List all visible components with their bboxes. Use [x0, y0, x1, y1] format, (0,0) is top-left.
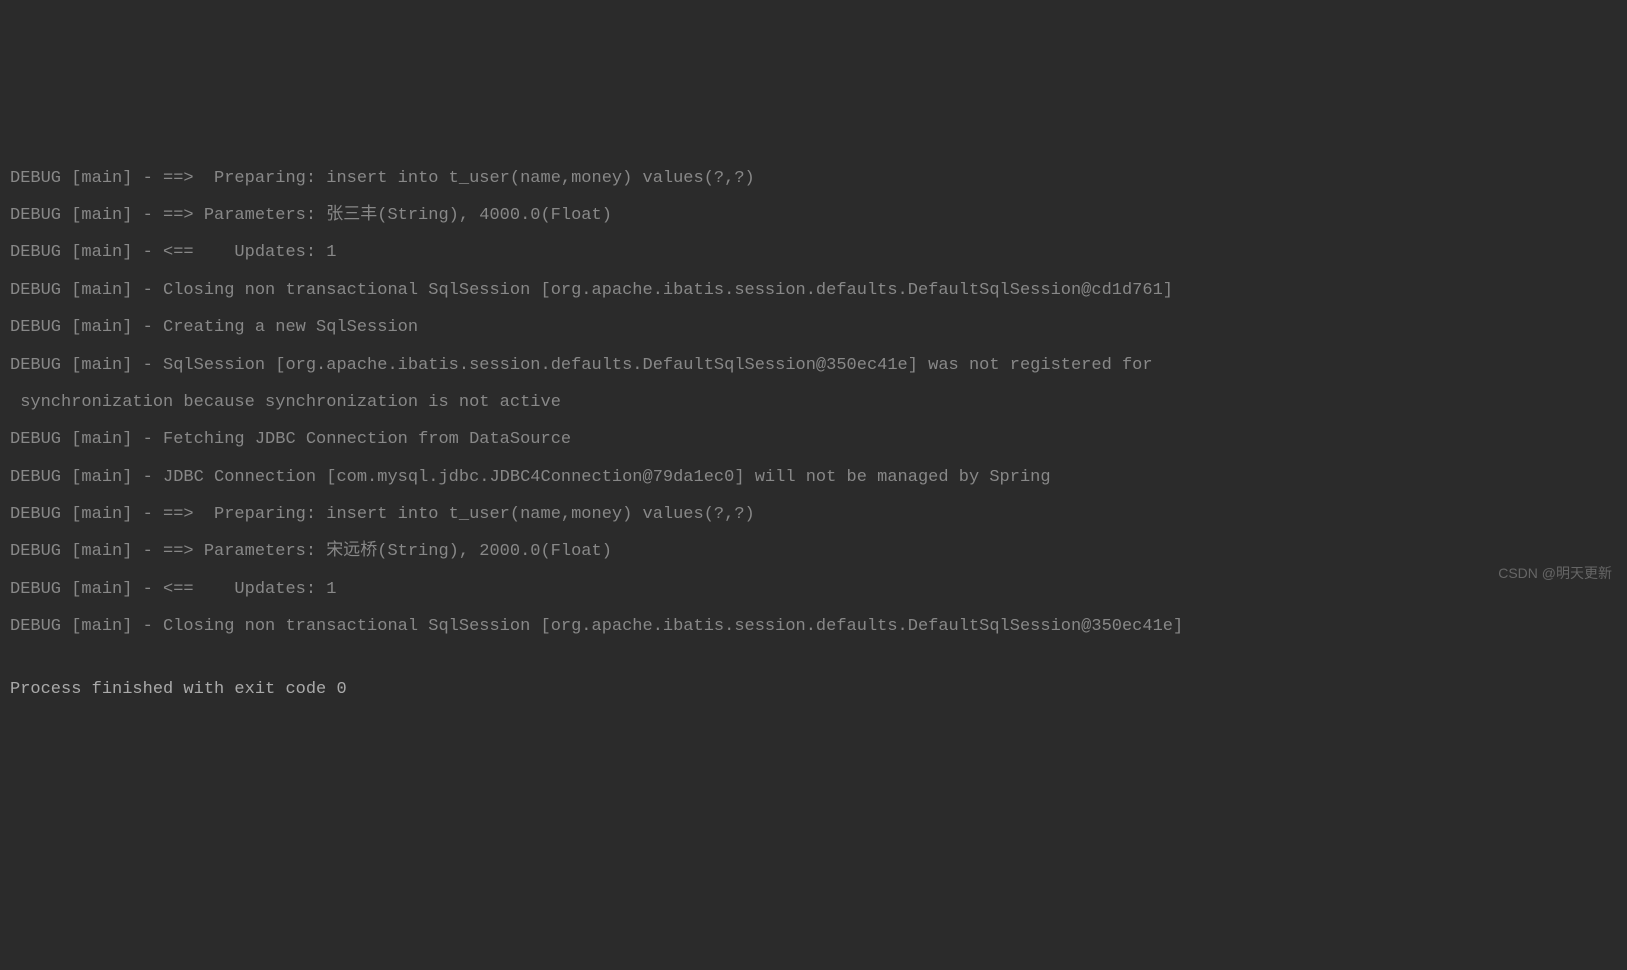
log-line: DEBUG [main] - Creating a new SqlSession: [10, 309, 1617, 346]
log-line: DEBUG [main] - ==> Parameters: 张三丰(Strin…: [10, 197, 1617, 234]
log-line: DEBUG [main] - ==> Preparing: insert int…: [10, 496, 1617, 533]
log-line: DEBUG [main] - <== Updates: 1: [10, 571, 1617, 608]
log-line: DEBUG [main] - Closing non transactional…: [10, 272, 1617, 309]
log-line: DEBUG [main] - SqlSession [org.apache.ib…: [10, 347, 1617, 384]
log-line: DEBUG [main] - Closing non transactional…: [10, 608, 1617, 645]
console-output: DEBUG [main] - ==> Preparing: insert int…: [10, 160, 1617, 709]
log-line: DEBUG [main] - JDBC Connection [com.mysq…: [10, 459, 1617, 496]
watermark-text: CSDN @明天更新: [1498, 558, 1612, 589]
log-line: DEBUG [main] - <== Updates: 1: [10, 234, 1617, 271]
log-line: DEBUG [main] - Fetching JDBC Connection …: [10, 421, 1617, 458]
log-line: synchronization because synchronization …: [10, 384, 1617, 421]
process-exit-message: Process finished with exit code 0: [10, 671, 1617, 708]
log-line: DEBUG [main] - ==> Parameters: 宋远桥(Strin…: [10, 533, 1617, 570]
log-line: DEBUG [main] - ==> Preparing: insert int…: [10, 160, 1617, 197]
